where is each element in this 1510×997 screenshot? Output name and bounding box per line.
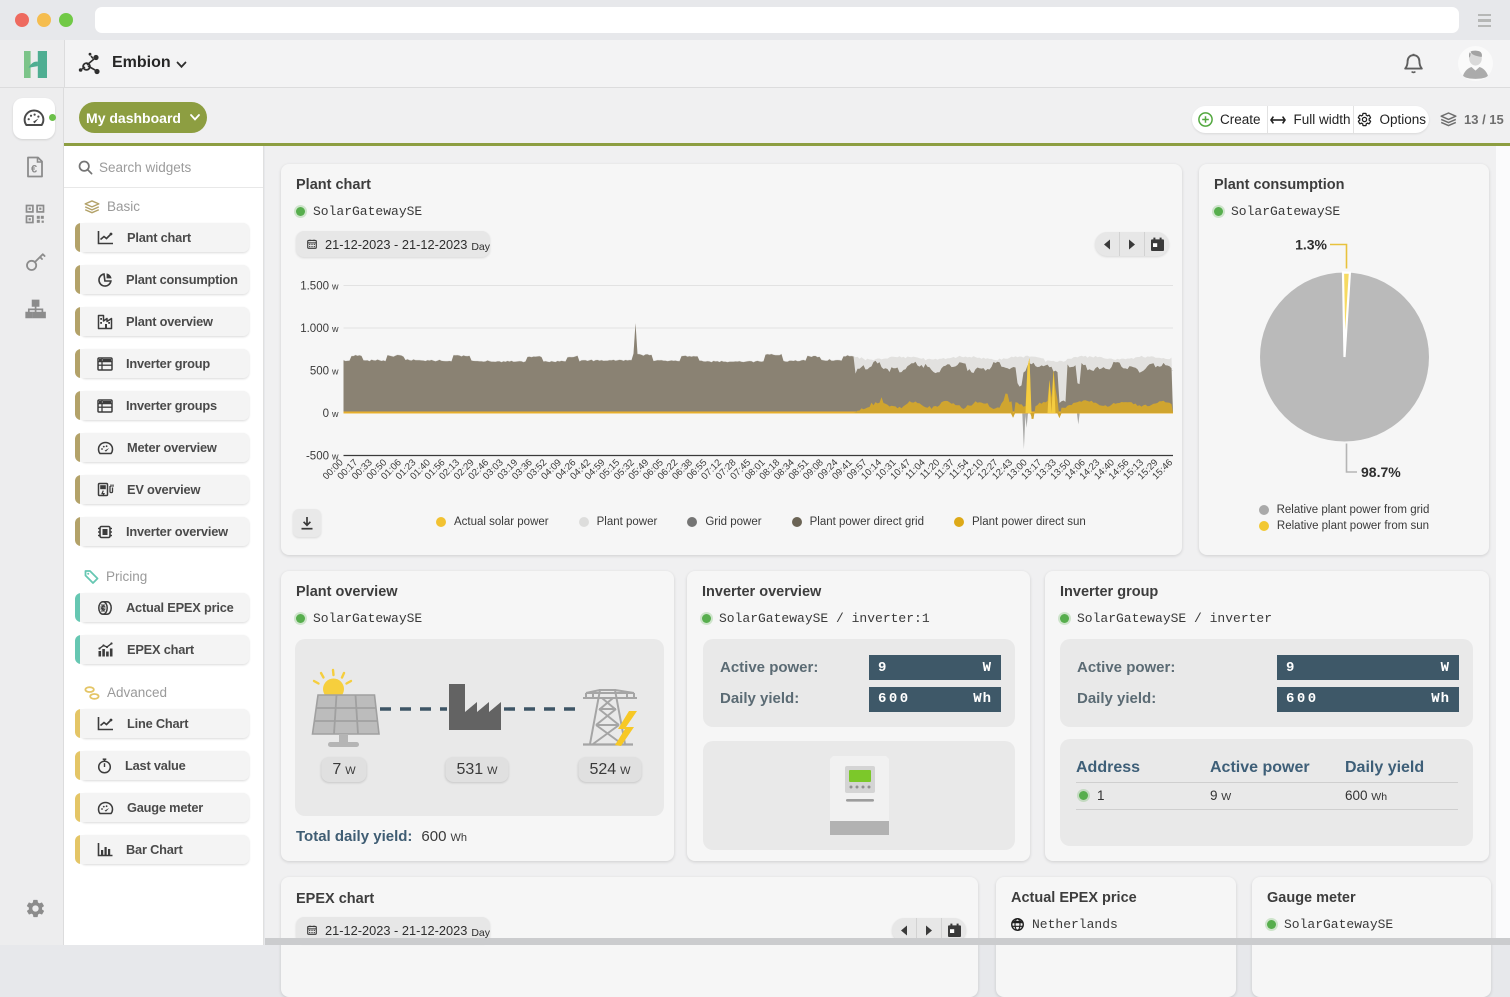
- svg-text:1.500: 1.500: [300, 281, 329, 293]
- svg-text:€: €: [31, 164, 37, 176]
- svg-text:w: w: [331, 324, 339, 334]
- svg-text:0: 0: [323, 408, 329, 420]
- svg-text:€: €: [101, 603, 106, 612]
- svg-text:1.000: 1.000: [300, 323, 329, 335]
- svg-text:1.3%: 1.3%: [1295, 237, 1327, 253]
- svg-text:500: 500: [310, 366, 329, 378]
- svg-text:-500: -500: [306, 451, 329, 463]
- svg-text:w: w: [331, 367, 339, 377]
- svg-text:w: w: [331, 409, 339, 419]
- svg-text:98.7%: 98.7%: [1361, 464, 1401, 480]
- svg-text:w: w: [331, 282, 339, 292]
